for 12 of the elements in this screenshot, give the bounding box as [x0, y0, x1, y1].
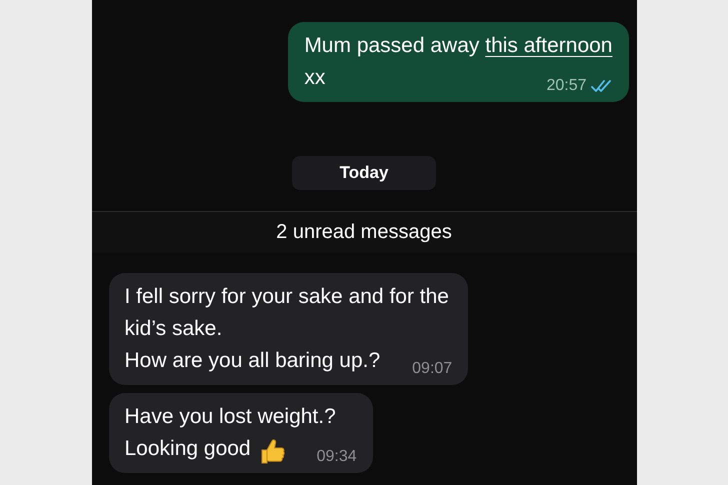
message-time: 09:07	[412, 358, 452, 378]
date-chip: Today	[292, 156, 436, 190]
message-text: kid’s sake.	[124, 316, 222, 342]
message-text: xx	[304, 65, 326, 91]
message-time: 20:57	[546, 76, 586, 96]
message-text: Looking good	[124, 436, 251, 462]
unread-banner: 2 unread messages	[92, 210, 636, 252]
message-text: I fell sorry for your sake and for the	[124, 284, 449, 310]
message-text: Mum passed away this afternoon	[304, 33, 612, 59]
message-time: 09:34	[316, 446, 357, 466]
message-text: How are you all baring up.?	[124, 348, 380, 374]
message-text: Have you lost weight.?	[124, 404, 336, 430]
